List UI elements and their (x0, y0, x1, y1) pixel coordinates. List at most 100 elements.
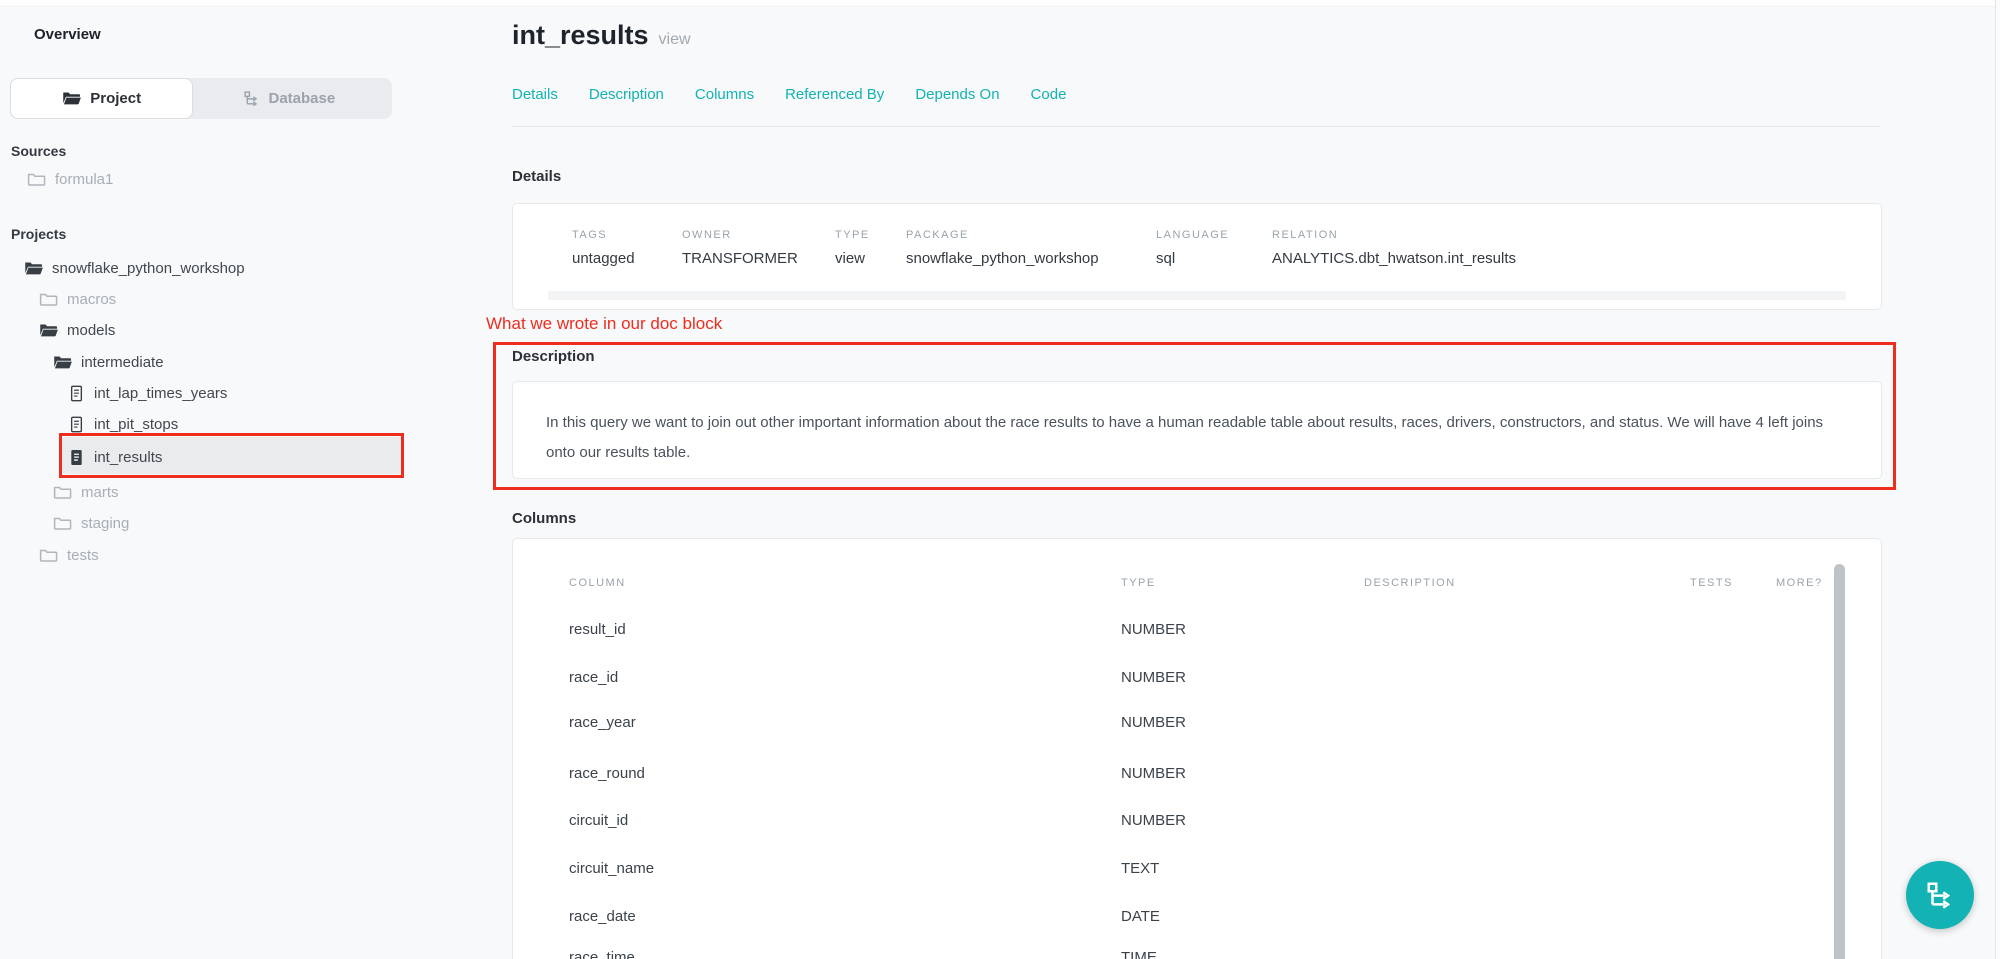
column-name: race_date (569, 908, 636, 925)
column-type: TIME (1121, 949, 1157, 959)
field-label: OWNER (682, 229, 798, 241)
column-type: DATE (1121, 908, 1160, 925)
sidebar-item-marts[interactable]: marts (53, 481, 119, 503)
folder-open-icon (24, 261, 43, 276)
column-type: TEXT (1121, 860, 1159, 877)
tab-referenced-by[interactable]: Referenced By (785, 86, 884, 103)
table-row-result_id[interactable]: result_id NUMBER (513, 621, 1881, 641)
tree-label: macros (67, 291, 116, 308)
description-section-heading: Description (512, 348, 595, 365)
field-label: TAGS (572, 229, 635, 241)
table-row-race_id[interactable]: race_id NUMBER (513, 669, 1881, 689)
field-label: TYPE (835, 229, 870, 241)
tree-label: intermediate (81, 354, 164, 371)
detail-field-type: TYPE view (835, 229, 870, 267)
database-toggle-label: Database (269, 90, 336, 107)
col-header-tests: TESTS (1690, 577, 1733, 589)
field-value: TRANSFORMER (682, 250, 798, 267)
folder-open-icon (39, 323, 58, 338)
field-label: RELATION (1272, 229, 1516, 241)
database-toggle-button[interactable]: Database (193, 78, 384, 119)
document-icon (68, 385, 85, 402)
tab-divider (512, 126, 1880, 127)
tab-details[interactable]: Details (512, 86, 558, 103)
tree-label: snowflake_python_workshop (52, 260, 245, 277)
column-name: race_round (569, 765, 645, 782)
project-toggle-label: Project (90, 90, 141, 107)
lineage-icon (243, 90, 260, 107)
overview-title: Overview (34, 26, 101, 43)
document-icon (68, 416, 85, 433)
field-label: PACKAGE (906, 229, 1099, 241)
table-row-race_year[interactable]: race_year NUMBER (513, 714, 1881, 734)
annotation-text: What we wrote in our doc block (486, 314, 722, 334)
lineage-graph-button[interactable] (1906, 861, 1974, 929)
columns-scrollbar[interactable] (1834, 564, 1845, 959)
column-type: NUMBER (1121, 669, 1186, 686)
column-type: NUMBER (1121, 621, 1186, 638)
column-type: NUMBER (1121, 765, 1186, 782)
sources-heading: Sources (11, 143, 66, 159)
tree-label: int_lap_times_years (94, 385, 227, 402)
sidebar-item-formula1[interactable]: formula1 (27, 168, 113, 190)
top-strip (0, 0, 2000, 7)
detail-field-tags: TAGS untagged (572, 229, 635, 267)
folder-open-icon (62, 91, 81, 106)
annotation-box-selected-model (59, 433, 404, 478)
folder-closed-icon (39, 548, 58, 563)
field-value: sql (1156, 250, 1229, 267)
sidebar-item-macros[interactable]: macros (39, 288, 116, 310)
col-header-description: DESCRIPTION (1364, 577, 1456, 589)
column-name: circuit_name (569, 860, 654, 877)
col-header-more: MORE? (1776, 577, 1823, 589)
tab-depends-on[interactable]: Depends On (915, 86, 999, 103)
tree-label: marts (81, 484, 119, 501)
sidebar-item-snowflake-python-workshop[interactable]: snowflake_python_workshop (24, 257, 245, 279)
column-type: NUMBER (1121, 714, 1186, 731)
column-name: race_time (569, 949, 635, 959)
table-row-race_date[interactable]: race_date DATE (513, 908, 1881, 928)
field-value: view (835, 250, 870, 267)
source-label: formula1 (55, 171, 113, 188)
sidebar-item-staging[interactable]: staging (53, 512, 129, 534)
description-card: In this query we want to join out other … (512, 381, 1882, 479)
field-value: ANALYTICS.dbt_hwatson.int_results (1272, 250, 1516, 267)
tab-bar: Details Description Columns Referenced B… (512, 86, 1066, 103)
column-name: result_id (569, 621, 626, 638)
details-card: TAGS untagged OWNER TRANSFORMER TYPE vie… (512, 203, 1882, 310)
tree-label: tests (67, 547, 99, 564)
sidebar-item-intermediate[interactable]: intermediate (53, 351, 164, 373)
column-name: race_year (569, 714, 636, 731)
projects-heading: Projects (11, 226, 66, 242)
detail-field-relation: RELATION ANALYTICS.dbt_hwatson.int_resul… (1272, 229, 1516, 267)
sidebar-item-tests[interactable]: tests (39, 544, 99, 566)
folder-open-icon (53, 355, 72, 370)
tree-label: staging (81, 515, 129, 532)
field-value: snowflake_python_workshop (906, 250, 1099, 267)
columns-card: COLUMN TYPE DESCRIPTION TESTS MORE? resu… (512, 538, 1882, 959)
detail-field-language: LANGUAGE sql (1156, 229, 1229, 267)
column-type: NUMBER (1121, 812, 1186, 829)
column-name: circuit_id (569, 812, 628, 829)
page-title: int_resultsview (512, 20, 691, 51)
lineage-graph-icon (1925, 880, 1955, 910)
sidebar-item-int-lap-times-years[interactable]: int_lap_times_years (68, 382, 227, 404)
folder-closed-icon (53, 516, 72, 531)
table-row-circuit_name[interactable]: circuit_name TEXT (513, 860, 1881, 880)
tab-columns[interactable]: Columns (695, 86, 754, 103)
table-row-race_round[interactable]: race_round NUMBER (513, 765, 1881, 785)
tree-label: models (67, 322, 115, 339)
field-label: LANGUAGE (1156, 229, 1229, 241)
sidebar-item-models[interactable]: models (39, 319, 115, 341)
table-row-race_time-partial[interactable]: race_time TIME (513, 949, 1881, 959)
table-row-circuit_id[interactable]: circuit_id NUMBER (513, 812, 1881, 832)
page-scrollbar-track[interactable] (1995, 0, 2000, 959)
tab-description[interactable]: Description (589, 86, 664, 103)
project-toggle-button[interactable]: Project (10, 78, 193, 119)
sidebar-item-int-pit-stops[interactable]: int_pit_stops (68, 413, 178, 435)
columns-section-heading: Columns (512, 510, 576, 527)
details-footer-bar (548, 291, 1846, 300)
detail-field-owner: OWNER TRANSFORMER (682, 229, 798, 267)
tab-code[interactable]: Code (1031, 86, 1067, 103)
folder-closed-icon (27, 172, 46, 187)
